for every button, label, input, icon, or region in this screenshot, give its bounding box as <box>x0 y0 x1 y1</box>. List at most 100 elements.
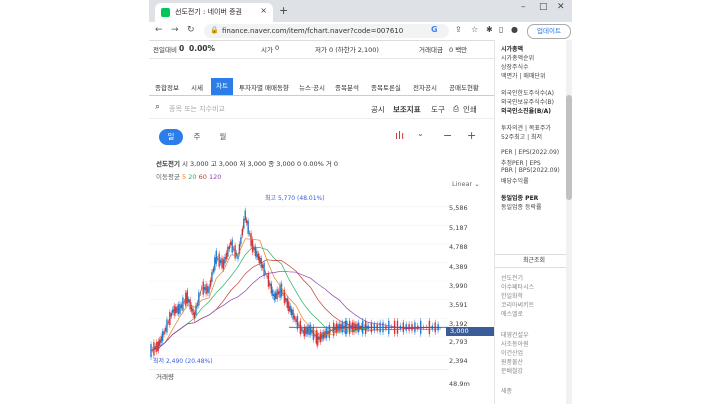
minimize-icon[interactable]: – <box>521 2 526 12</box>
recent-item[interactable]: 원풍물산 <box>501 357 523 366</box>
quote-name: 선도전기 <box>156 160 180 168</box>
ma-120: 120 <box>208 173 222 181</box>
chevron-down-icon[interactable]: ⌄ <box>417 129 424 138</box>
rp-item: PBR | BPS(2022.09) <box>501 167 560 174</box>
low-annotation: 최저 2,490 (20.48%) <box>153 358 213 365</box>
open-label: 시가 <box>261 46 273 54</box>
rp-item: 52주최고 | 최저 <box>501 134 543 141</box>
menu-item[interactable]: 공매도현황 <box>449 82 479 92</box>
window-close-icon[interactable]: ✕ <box>557 2 565 12</box>
rp-item: 외국인보유주식수(B) <box>501 99 554 106</box>
quote-volume: 거 0 <box>325 160 339 168</box>
recent-item[interactable]: 코리아써키트 <box>501 300 534 309</box>
tab-close-icon[interactable]: × <box>260 6 267 15</box>
toolbar-disclosure[interactable]: 공시 <box>371 104 385 115</box>
rp-item: 외국인소진율(B/A) <box>501 108 552 115</box>
browser-tab[interactable]: 선도전기 : 네이버 증권 × <box>155 3 273 22</box>
url-text: finance.naver.com/item/fchart.naver?code… <box>222 27 404 35</box>
menu-item[interactable]: 투자자별 매매동향 <box>239 82 289 92</box>
right-margin <box>572 0 720 404</box>
recent-item[interactable]: 이수페타시스 <box>501 282 534 291</box>
scrollbar[interactable] <box>566 40 572 404</box>
toolbar-print[interactable]: 인쇄 <box>463 104 477 115</box>
ma-label: 이동평균 <box>156 173 180 181</box>
volume-max: 48.9m <box>449 380 470 388</box>
stock-menu: 종합정보 시세 차트 투자자별 매매동향 뉴스·공시 종목분석 종목토론실 전자… <box>149 78 494 96</box>
price-chart[interactable] <box>149 188 449 366</box>
compare-search: ⌕ 종목 또는 지수비교 공시 보조지표 도구 ⎙ 인쇄 <box>149 98 494 119</box>
back-icon[interactable]: ← <box>155 25 163 35</box>
menu-item[interactable]: 전자공시 <box>413 82 437 92</box>
rp-item: 시가총액 <box>501 46 524 53</box>
period-day-button[interactable]: 일 <box>159 129 183 145</box>
screen: 선도전기 : 네이버 증권 × + – □ ✕ ← → ↻ 🔒 finance.… <box>0 0 720 404</box>
rp-item: 동일업종 등락률 <box>501 204 542 211</box>
tab-strip: 선도전기 : 네이버 증권 × + – □ ✕ <box>149 0 572 22</box>
moving-average-legend: 이동평균 5 20 60 120 <box>156 171 221 181</box>
menu-item[interactable]: 뉴스·공시 <box>299 82 325 92</box>
extensions-icon[interactable]: ✱ <box>486 25 493 34</box>
toolbar-tools[interactable]: 도구 <box>431 104 445 115</box>
rp-item: PER | EPS(2022.09) <box>501 149 560 156</box>
menu-item[interactable]: 종목토론실 <box>371 82 401 92</box>
address-bar[interactable]: 🔒 finance.naver.com/item/fchart.naver?co… <box>204 24 449 38</box>
change-pct: 0.00% <box>189 44 216 53</box>
y-tick: 4,788 <box>449 243 468 251</box>
maximize-icon[interactable]: □ <box>539 2 548 12</box>
left-margin <box>0 0 149 404</box>
period-week-button[interactable]: 주 <box>185 129 209 145</box>
scale-label: Linear <box>452 180 473 188</box>
search-icon[interactable]: ⌕ <box>155 102 160 112</box>
forward-icon[interactable]: → <box>171 25 179 35</box>
quote-close: 종 3,000 <box>268 160 295 168</box>
browser-window: 선도전기 : 네이버 증권 × + – □ ✕ ← → ↻ 🔒 finance.… <box>149 0 572 404</box>
menu-item-selected[interactable]: 차트 <box>211 78 233 95</box>
period-month-button[interactable]: 월 <box>211 129 235 145</box>
recent-item[interactable]: 선도전기 <box>501 273 523 282</box>
high-annotation: 최고 5,770 (48.01%) <box>265 195 325 202</box>
google-icon[interactable]: G <box>431 25 438 34</box>
profile-avatar-icon[interactable]: ● <box>511 25 518 34</box>
rp-item: 추정PER | EPS <box>501 160 541 167</box>
ma-60: 60 <box>198 173 207 181</box>
quote-line: 선도전기 시 3,000 고 3,000 저 3,000 종 3,000 0 0… <box>156 158 338 168</box>
amount-label: 거래대금 <box>419 46 443 54</box>
recent-item[interactable]: 에스엘로 <box>501 309 523 318</box>
y-tick: 3,591 <box>449 301 468 309</box>
open-value: 0 <box>275 44 280 52</box>
volume-divider <box>149 369 449 370</box>
recent-item[interactable]: 세종 <box>501 386 512 395</box>
rp-item: 액면가 | 매매단위 <box>501 73 546 80</box>
browser-toolbar: ← → ↻ 🔒 finance.naver.com/item/fchart.na… <box>149 22 572 41</box>
recent-item[interactable]: 이건산업 <box>501 348 523 357</box>
recent-item[interactable]: 문배철강 <box>501 366 523 375</box>
rp-item: 동일업종 PER <box>501 195 539 202</box>
menu-item[interactable]: 종합정보 <box>155 82 179 92</box>
candlestick-icon[interactable]: ılı <box>395 129 404 142</box>
tab-title: 선도전기 : 네이버 증권 <box>175 8 242 16</box>
zoom-in-icon[interactable]: + <box>467 129 476 142</box>
low-label: 저가 <box>315 46 327 54</box>
recent-item[interactable]: 사조동아원 <box>501 339 529 348</box>
recent-item[interactable]: 태영건설우 <box>501 330 529 339</box>
print-icon[interactable]: ⎙ <box>453 104 459 114</box>
scrollbar-thumb[interactable] <box>566 95 572 200</box>
update-button[interactable]: 업데이트 <box>527 24 571 39</box>
current-price-tag: 3,000 <box>446 327 494 336</box>
right-info-panel: 시가총액 시가총액순위 상장주식수 액면가 | 매매단위 외국인한도주식수(A)… <box>494 40 572 404</box>
toolbar-indicators[interactable]: 보조지표 <box>393 104 421 115</box>
new-tab-button[interactable]: + <box>279 4 288 17</box>
share-icon[interactable]: ⇪ <box>455 25 462 34</box>
side-panel-icon[interactable]: ▯ <box>499 25 503 34</box>
zoom-out-icon[interactable]: − <box>443 129 452 142</box>
reload-icon[interactable]: ↻ <box>187 25 195 35</box>
quote-high: 고 3,000 <box>210 160 238 168</box>
menu-item[interactable]: 종목분석 <box>335 82 359 92</box>
menu-item[interactable]: 시세 <box>191 82 203 92</box>
search-input[interactable]: 종목 또는 지수비교 <box>169 104 225 114</box>
recent-item[interactable]: 한일화학 <box>501 291 523 300</box>
scale-selector[interactable]: Linear ⌄ <box>452 180 480 188</box>
y-tick: 5,586 <box>449 204 468 212</box>
bookmark-star-icon[interactable]: ☆ <box>471 25 478 34</box>
quote-change: 0 0.00% <box>296 160 324 168</box>
